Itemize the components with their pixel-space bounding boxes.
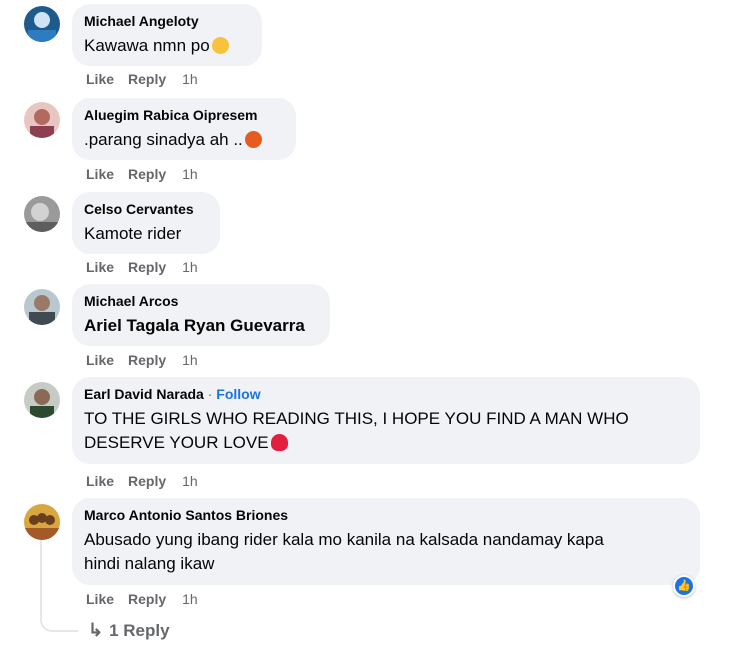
timestamp[interactable]: 1h: [182, 591, 198, 607]
comment-actions: Like Reply 1h: [86, 258, 198, 276]
replies-count: 1 Reply: [109, 620, 170, 640]
comment-author[interactable]: Celso Cervantes: [84, 200, 208, 218]
like-button[interactable]: Like: [86, 259, 114, 275]
avatar[interactable]: [24, 504, 60, 540]
comment-text-line: DESERVE YOUR LOVE: [84, 431, 688, 455]
avatar[interactable]: [24, 382, 60, 418]
reply-button[interactable]: Reply: [128, 71, 166, 87]
comment-text-line: Abusado yung ibang rider kala mo kanila …: [84, 530, 604, 549]
red-heart-icon: [270, 434, 288, 451]
reply-button[interactable]: Reply: [128, 352, 166, 368]
like-button[interactable]: Like: [86, 473, 114, 489]
comment-text-line: hindi nalang ikaw: [84, 554, 215, 573]
comment-text: Kamote rider: [84, 224, 182, 243]
comment-actions: Like Reply 1h: [86, 70, 198, 88]
comment-actions: Like Reply 1h: [86, 472, 198, 490]
comment-bubble: Celso Cervantes Kamote rider: [72, 192, 220, 254]
crying-emoji-icon: [211, 37, 229, 54]
avatar[interactable]: [24, 196, 60, 232]
thumbs-up-icon: 👍: [675, 577, 693, 595]
angry-emoji-icon: [244, 131, 262, 148]
comment-bubble: Michael Arcos Ariel Tagala Ryan Guevarra: [72, 284, 330, 346]
comment-author[interactable]: Earl David Narada: [84, 386, 204, 402]
timestamp[interactable]: 1h: [182, 166, 198, 182]
reply-button[interactable]: Reply: [128, 166, 166, 182]
like-button[interactable]: Like: [86, 591, 114, 607]
comment-author-row: Earl David Narada · Follow: [84, 385, 688, 403]
comment-text: TO THE GIRLS WHO READING THIS, I HOPE YO…: [84, 407, 688, 455]
timestamp[interactable]: 1h: [182, 71, 198, 87]
avatar[interactable]: [24, 289, 60, 325]
comment-bubble: Aluegim Rabica Oipresem .parang sinadya …: [72, 98, 296, 160]
reply-arrow-icon: ↳: [88, 620, 104, 640]
comment-mention[interactable]: Ariel Tagala Ryan Guevarra: [84, 314, 318, 338]
comment-author[interactable]: Michael Angeloty: [84, 12, 250, 30]
comment-text: .parang sinadya ah ..: [84, 128, 284, 152]
follow-button[interactable]: Follow: [216, 386, 260, 402]
timestamp[interactable]: 1h: [182, 352, 198, 368]
comment-bubble: Marco Antonio Santos Briones Abusado yun…: [72, 498, 700, 585]
comment-text-line: TO THE GIRLS WHO READING THIS, I HOPE YO…: [84, 409, 629, 428]
comment-actions: Like Reply 1h: [86, 165, 198, 183]
comment-text: Abusado yung ibang rider kala mo kanila …: [84, 528, 688, 576]
view-replies-link[interactable]: ↳ 1 Reply: [88, 620, 170, 641]
comment-actions: Like Reply 1h: [86, 351, 198, 369]
avatar[interactable]: [24, 6, 60, 42]
reply-button[interactable]: Reply: [128, 591, 166, 607]
like-button[interactable]: Like: [86, 71, 114, 87]
avatar[interactable]: [24, 102, 60, 138]
reply-button[interactable]: Reply: [128, 259, 166, 275]
comment-text: Kawawa nmn po: [84, 34, 250, 58]
like-button[interactable]: Like: [86, 352, 114, 368]
reply-button[interactable]: Reply: [128, 473, 166, 489]
comment-author[interactable]: Aluegim Rabica Oipresem: [84, 106, 284, 124]
comment-author[interactable]: Marco Antonio Santos Briones: [84, 506, 688, 524]
timestamp[interactable]: 1h: [182, 259, 198, 275]
comment-author[interactable]: Michael Arcos: [84, 292, 318, 310]
timestamp[interactable]: 1h: [182, 473, 198, 489]
comment-bubble: Michael Angeloty Kawawa nmn po: [72, 4, 262, 66]
comment-actions: Like Reply 1h: [86, 590, 198, 608]
comment-bubble: Earl David Narada · Follow TO THE GIRLS …: [72, 377, 700, 464]
like-reaction-badge[interactable]: 👍: [673, 575, 695, 597]
separator: ·: [207, 386, 213, 402]
like-button[interactable]: Like: [86, 166, 114, 182]
